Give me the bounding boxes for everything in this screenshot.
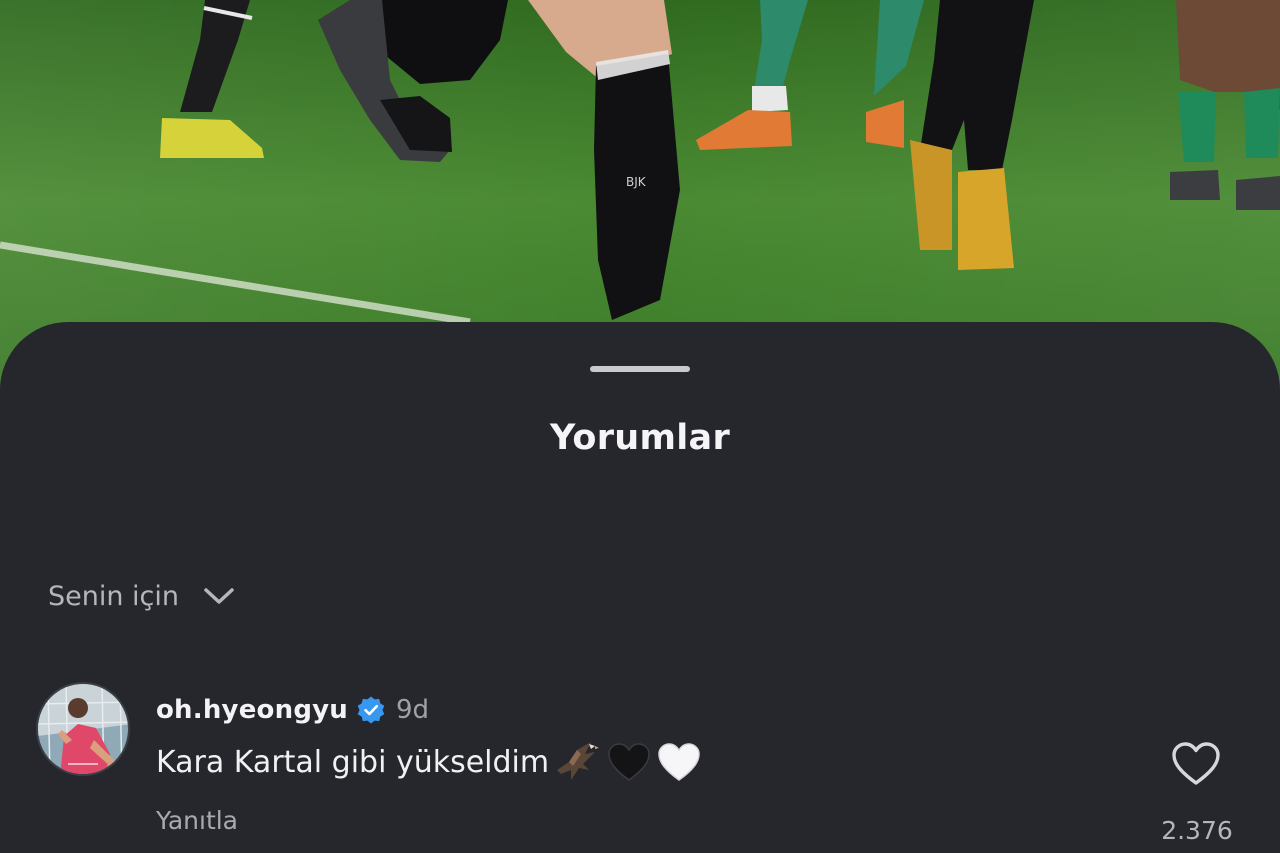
- screen: BJK Yorumlar Senin için oh.hyeongyu 9d K…: [0, 0, 1280, 853]
- reply-button[interactable]: Yanıtla: [156, 806, 238, 835]
- eagle-icon: [555, 740, 601, 784]
- username-link[interactable]: oh.hyeongyu: [156, 695, 348, 725]
- chevron-down-icon: [203, 586, 235, 606]
- svg-text:BJK: BJK: [626, 175, 647, 189]
- comment-timestamp: 9d: [395, 695, 430, 725]
- sheet-drag-handle[interactable]: [590, 366, 690, 372]
- comment-header: oh.hyeongyu 9d: [156, 690, 429, 730]
- comment-text: Kara Kartal gibi yükseldim: [156, 744, 550, 780]
- verified-badge-icon: [356, 695, 386, 725]
- black-heart-icon: [607, 742, 651, 782]
- comment-item: oh.hyeongyu 9d Kara Kartal gibi yükseldi…: [0, 682, 1280, 853]
- comments-sheet: Yorumlar Senin için oh.hyeongyu 9d Kara …: [0, 322, 1280, 853]
- white-heart-icon: [657, 742, 701, 782]
- heart-outline-icon: [1171, 741, 1221, 791]
- like-button[interactable]: [1170, 742, 1222, 790]
- comment-body: Kara Kartal gibi yükseldim: [156, 738, 701, 786]
- sheet-title: Yorumlar: [549, 418, 731, 458]
- avatar[interactable]: [36, 682, 130, 776]
- sort-label: Senin için: [48, 580, 180, 612]
- like-count: 2.376: [1161, 816, 1233, 845]
- sort-dropdown[interactable]: Senin için: [48, 576, 235, 616]
